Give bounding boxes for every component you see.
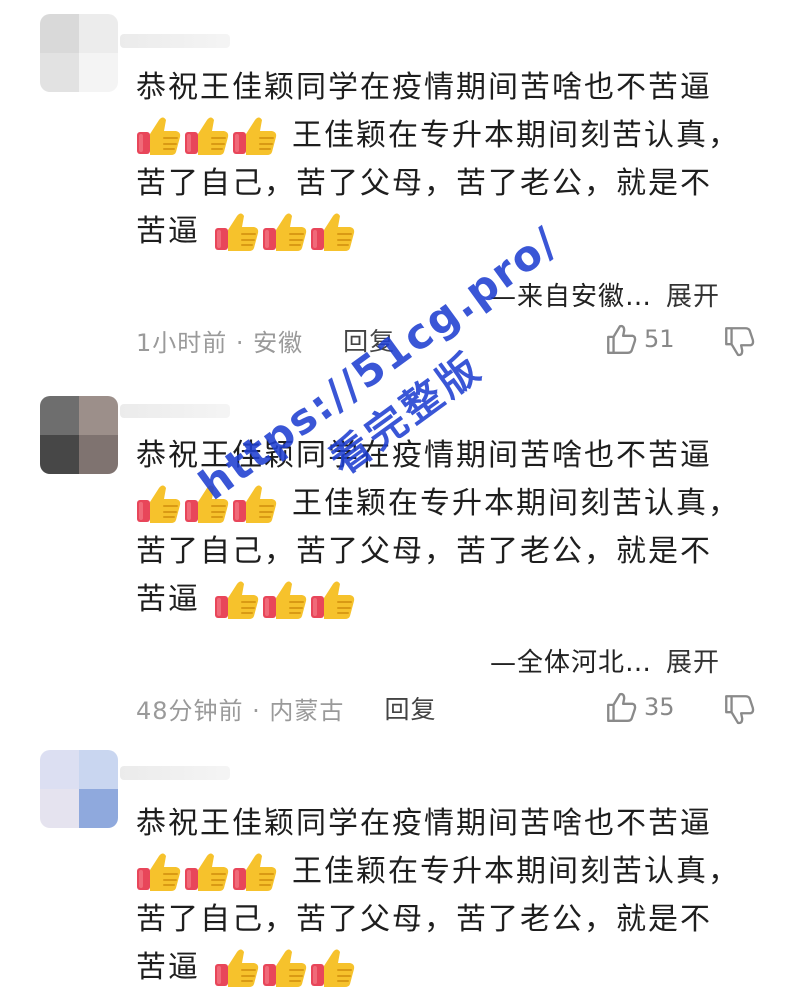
thumbs-up-emoji-icon xyxy=(214,579,260,621)
expand-link[interactable]: 展开 xyxy=(666,282,720,312)
time-location: 1小时前 · 安徽 xyxy=(136,328,304,357)
comment-line: 苦逼 xyxy=(136,576,756,624)
like-count: 35 xyxy=(644,693,675,721)
avatar[interactable] xyxy=(40,396,118,474)
comment-line: 苦了自己，苦了父母，苦了老公，就是不 xyxy=(136,534,712,569)
comment-line: 王佳颖在专升本期间刻苦认真， xyxy=(136,848,756,896)
thumbs-up-emoji-icon xyxy=(262,211,308,253)
thumbs-up-emoji-icon xyxy=(136,483,182,525)
thumb-down-outline-icon[interactable] xyxy=(722,692,756,726)
comment-line: 苦逼 xyxy=(136,208,756,256)
comment-line: 恭祝王佳颖同学在疫情期间苦啥也不苦逼 xyxy=(136,806,712,841)
thumbs-up-emoji-group xyxy=(136,851,278,893)
comment-line-text: 苦逼 xyxy=(136,950,200,985)
avatar-pixel xyxy=(79,14,118,53)
thumbs-up-emoji-icon xyxy=(232,851,278,893)
thumbs-up-emoji-group xyxy=(214,947,356,989)
avatar-pixel xyxy=(40,14,79,53)
comment-line: 苦了自己，苦了父母，苦了老公，就是不 xyxy=(136,166,712,201)
comment-meta: 48分钟前 · 内蒙古 回复 xyxy=(136,690,436,726)
username-blurred[interactable] xyxy=(120,766,230,780)
comment-line-text: 王佳颖在专升本期间刻苦认真， xyxy=(292,486,740,521)
comment-line-text: 王佳颖在专升本期间刻苦认真， xyxy=(292,854,740,889)
comment-line: 苦逼 xyxy=(136,944,756,992)
expand-link[interactable]: 展开 xyxy=(666,648,720,678)
thumbs-up-emoji-icon xyxy=(136,115,182,157)
comment-line-text: 苦逼 xyxy=(136,582,200,617)
avatar-pixel xyxy=(40,53,79,92)
comment-text: 恭祝王佳颖同学在疫情期间苦啥也不苦逼 王佳颖在专升本期间刻苦认真， 苦了自己，苦… xyxy=(136,64,756,256)
avatar-pixel xyxy=(40,750,79,789)
like-button[interactable]: 51 xyxy=(604,322,675,356)
signature-text: —全体河北… xyxy=(489,648,652,678)
thumbs-up-emoji-icon xyxy=(184,851,230,893)
thumbs-up-emoji-group xyxy=(214,211,356,253)
thumb-down-outline-icon[interactable] xyxy=(722,324,756,358)
username-blurred[interactable] xyxy=(120,34,230,48)
avatar-pixel xyxy=(79,435,118,474)
thumbs-up-emoji-icon xyxy=(214,947,260,989)
comment-line-text: 王佳颖在专升本期间刻苦认真， xyxy=(292,118,740,153)
like-count: 51 xyxy=(644,325,675,353)
thumbs-up-emoji-icon xyxy=(136,851,182,893)
avatar-pixel xyxy=(79,53,118,92)
avatar-pixel xyxy=(79,396,118,435)
comment-line: 恭祝王佳颖同学在疫情期间苦啥也不苦逼 xyxy=(136,70,712,105)
comment-line-text: 苦逼 xyxy=(136,214,200,249)
like-button[interactable]: 35 xyxy=(604,690,675,724)
thumbs-up-emoji-icon xyxy=(262,947,308,989)
thumbs-up-emoji-icon xyxy=(310,211,356,253)
comment-line: 苦了自己，苦了父母，苦了老公，就是不 xyxy=(136,902,712,937)
thumbs-up-emoji-group xyxy=(136,115,278,157)
thumb-up-outline-icon xyxy=(604,690,638,724)
thumbs-up-emoji-icon xyxy=(214,211,260,253)
thumb-up-outline-icon xyxy=(604,322,638,356)
username-blurred[interactable] xyxy=(120,404,230,418)
comment-text: 恭祝王佳颖同学在疫情期间苦啥也不苦逼 王佳颖在专升本期间刻苦认真， 苦了自己，苦… xyxy=(136,800,756,992)
avatar[interactable] xyxy=(40,14,118,92)
avatar-pixel xyxy=(40,435,79,474)
thumbs-up-emoji-icon xyxy=(184,115,230,157)
avatar-pixel xyxy=(40,396,79,435)
time-location: 48分钟前 · 内蒙古 xyxy=(136,696,345,725)
avatar-pixel xyxy=(79,750,118,789)
reply-button[interactable]: 回复 xyxy=(384,690,436,726)
thumbs-up-emoji-group xyxy=(214,579,356,621)
thumbs-up-emoji-icon xyxy=(232,115,278,157)
avatar-pixel xyxy=(79,789,118,828)
thumbs-up-emoji-icon xyxy=(310,947,356,989)
thumbs-up-emoji-icon xyxy=(262,579,308,621)
thumbs-up-emoji-icon xyxy=(310,579,356,621)
avatar[interactable] xyxy=(40,750,118,828)
comment-signature: —全体河北… 展开 xyxy=(490,642,720,679)
comment-line: 王佳颖在专升本期间刻苦认真， xyxy=(136,112,756,160)
avatar-pixel xyxy=(40,789,79,828)
